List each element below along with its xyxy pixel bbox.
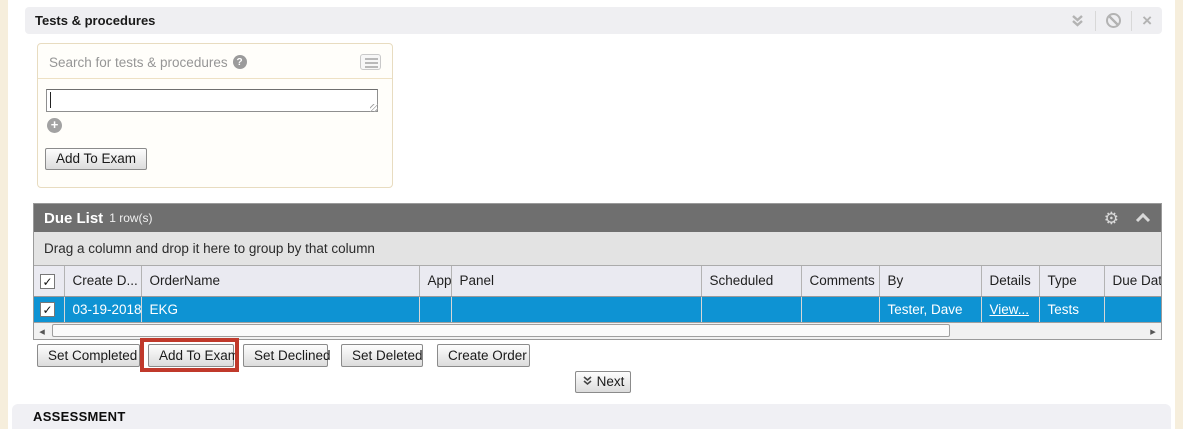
chevron-up-icon[interactable]	[1135, 213, 1151, 223]
col-header-panel[interactable]: Panel	[451, 266, 701, 296]
gear-icon[interactable]: ⚙	[1104, 210, 1119, 227]
set-completed-button[interactable]: Set Completed	[37, 344, 140, 367]
col-header-comments[interactable]: Comments	[801, 266, 879, 296]
next-button-label: Next	[597, 374, 625, 389]
cell-panel	[451, 296, 701, 322]
add-to-exam-button[interactable]: Add To Exam	[148, 344, 234, 367]
due-list-row-count: 1 row(s)	[109, 211, 152, 225]
col-header-scheduled[interactable]: Scheduled	[701, 266, 801, 296]
set-declined-button[interactable]: Set Declined	[243, 344, 328, 367]
cell-comments	[801, 296, 879, 322]
text-caret	[50, 92, 51, 108]
cell-appt	[419, 296, 451, 322]
horizontal-scrollbar[interactable]: ◂ ▸	[34, 322, 1161, 339]
divider	[1095, 11, 1096, 31]
scroll-left-arrow-icon[interactable]: ◂	[34, 323, 50, 339]
scroll-right-arrow-icon[interactable]: ▸	[1145, 323, 1161, 339]
cell-by: Tester, Dave	[879, 296, 981, 322]
disable-panel-icon[interactable]	[1106, 13, 1121, 28]
page-edge-right	[1175, 0, 1183, 429]
col-header-ordername[interactable]: OrderName	[141, 266, 419, 296]
cell-due-date	[1104, 296, 1161, 322]
view-details-link[interactable]: View...	[990, 302, 1030, 317]
scrollbar-thumb[interactable]	[52, 324, 950, 337]
col-header-by[interactable]: By	[879, 266, 981, 296]
collapse-double-chevron-icon[interactable]	[1070, 14, 1085, 28]
search-tests-panel: Search for tests & procedures ? + Add To…	[37, 43, 393, 188]
cell-scheduled	[701, 296, 801, 322]
page-edge-left	[0, 0, 8, 429]
double-chevron-down-icon	[582, 376, 593, 387]
set-deleted-button[interactable]: Set Deleted	[341, 344, 423, 367]
tests-procedures-header: Tests & procedures ×	[25, 7, 1162, 34]
search-input[interactable]	[46, 89, 378, 112]
due-list-panel: Due List 1 row(s) ⚙ Drag a column and dr…	[33, 203, 1162, 340]
panel-title: Tests & procedures	[35, 13, 155, 28]
assessment-section-header[interactable]: ASSESSMENT	[12, 404, 1171, 429]
due-list-header: Due List 1 row(s) ⚙	[34, 204, 1161, 232]
help-icon[interactable]: ?	[233, 55, 247, 69]
create-order-button[interactable]: Create Order	[437, 344, 530, 367]
cell-ordername: EKG	[141, 296, 419, 322]
add-to-exam-button-top[interactable]: Add To Exam	[45, 148, 147, 170]
row-checkbox[interactable]: ✓	[40, 302, 55, 317]
due-list-title: Due List	[44, 210, 103, 227]
cell-type: Tests	[1039, 296, 1104, 322]
divider	[1131, 11, 1132, 31]
col-header-create-date[interactable]: Create D...	[64, 266, 141, 296]
due-list-table: ✓ Create D... OrderName Appt... Panel Sc…	[34, 266, 1161, 322]
search-label: Search for tests & procedures	[49, 55, 228, 70]
col-header-due-date[interactable]: Due Date	[1104, 266, 1161, 296]
select-all-checkbox[interactable]: ✓	[40, 274, 55, 289]
close-icon[interactable]: ×	[1142, 12, 1152, 29]
table-header-row: ✓ Create D... OrderName Appt... Panel Sc…	[34, 266, 1161, 296]
cell-create-date: 03-19-2018	[64, 296, 141, 322]
col-header-details[interactable]: Details	[981, 266, 1039, 296]
assessment-title: ASSESSMENT	[33, 409, 126, 424]
group-by-drop-zone[interactable]: Drag a column and drop it here to group …	[34, 232, 1161, 266]
list-icon[interactable]	[360, 54, 381, 70]
table-row[interactable]: ✓ 03-19-2018 EKG Tester, Dave View... Te…	[34, 296, 1161, 322]
next-button[interactable]: Next	[575, 371, 631, 393]
col-header-type[interactable]: Type	[1039, 266, 1104, 296]
col-header-appt[interactable]: Appt...	[419, 266, 451, 296]
add-plus-icon[interactable]: +	[47, 118, 62, 133]
